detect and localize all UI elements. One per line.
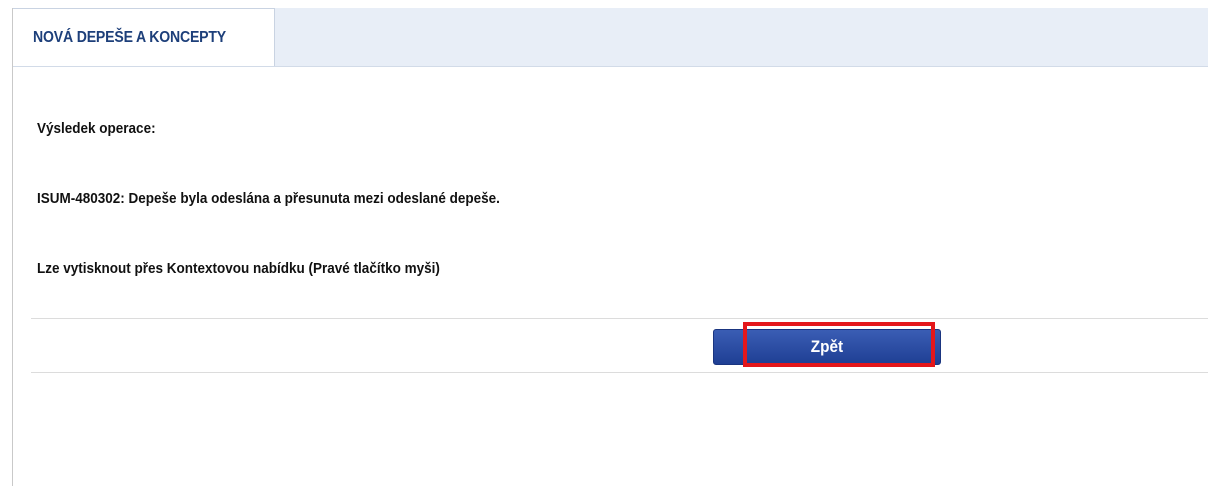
print-hint: Lze vytisknout přes Kontextovou nabídku … bbox=[37, 260, 440, 277]
divider-top bbox=[31, 318, 1208, 319]
tab-nova-depese[interactable]: NOVÁ DEPEŠE A KONCEPTY bbox=[13, 8, 276, 66]
back-button-label: Zpět bbox=[810, 337, 844, 356]
back-button[interactable]: Zpět bbox=[713, 329, 941, 365]
tab-label: NOVÁ DEPEŠE A KONCEPTY bbox=[33, 28, 227, 46]
divider-bottom bbox=[31, 372, 1208, 373]
tab-bar: NOVÁ DEPEŠE A KONCEPTY bbox=[13, 8, 1208, 67]
top-strip bbox=[0, 0, 1208, 8]
result-message: ISUM-480302: Depeše byla odeslána a přes… bbox=[37, 190, 500, 207]
result-heading: Výsledek operace: bbox=[37, 120, 156, 137]
main-panel: NOVÁ DEPEŠE A KONCEPTY Výsledek operace:… bbox=[12, 8, 1208, 486]
